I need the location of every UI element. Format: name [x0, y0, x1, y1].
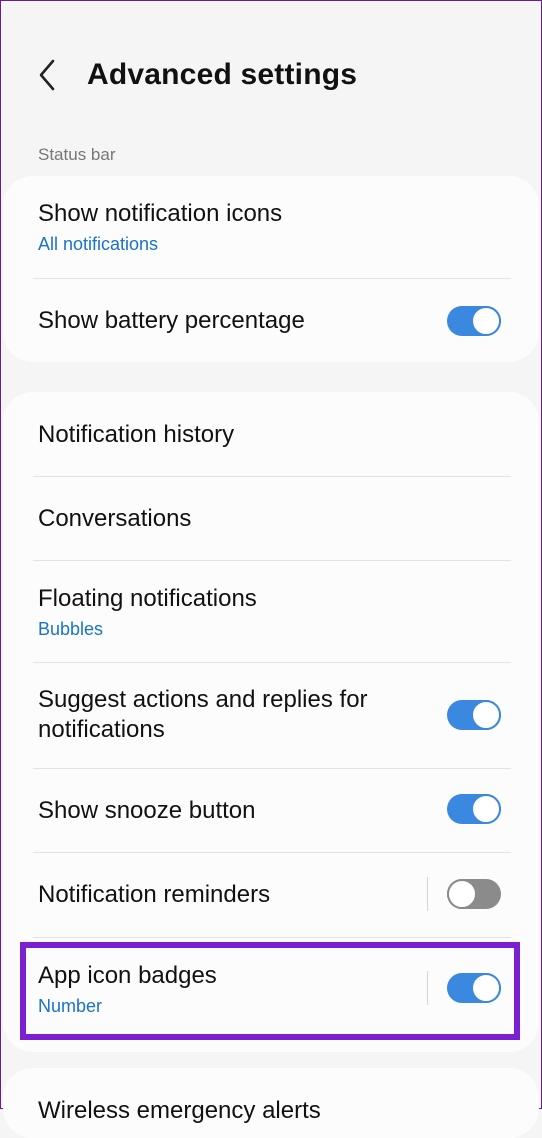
item-subtitle: Number: [38, 996, 103, 1016]
item-title: Notification history: [38, 421, 235, 448]
battery-percentage-toggle[interactable]: [447, 306, 501, 336]
show-snooze-button-item[interactable]: Show snooze button: [3, 769, 539, 852]
conversations-item[interactable]: Conversations: [3, 477, 539, 560]
item-title: Show battery percentage: [38, 307, 305, 334]
app-bar: Advanced settings: [1, 1, 541, 151]
status-bar-card: Show notification icons All notification…: [3, 176, 539, 362]
chevron-left-icon[interactable]: [33, 57, 63, 93]
notification-reminders-item[interactable]: Notification reminders: [3, 853, 539, 937]
alerts-card: Wireless emergency alerts: [3, 1068, 539, 1138]
item-title: Floating notifications: [38, 585, 257, 612]
suggest-actions-item[interactable]: Suggest actions and replies for notifica…: [3, 663, 539, 768]
notification-history-item[interactable]: Notification history: [3, 392, 539, 476]
vertical-separator: [427, 877, 428, 911]
toggle-knob: [471, 700, 501, 730]
item-subtitle: All notifications: [38, 234, 159, 254]
item-subtitle: Bubbles: [38, 619, 104, 639]
page-title: Advanced settings: [87, 58, 358, 91]
item-title-line-2: notifications: [38, 716, 165, 743]
app-icon-badges-item[interactable]: App icon badges Number: [3, 938, 539, 1038]
wireless-emergency-alerts-item[interactable]: Wireless emergency alerts: [3, 1068, 539, 1138]
item-title-line-1: Suggest actions and replies for: [38, 686, 368, 713]
show-battery-percentage-item[interactable]: Show battery percentage: [3, 279, 539, 362]
floating-notifications-item[interactable]: Floating notifications Bubbles: [3, 561, 539, 662]
app-icon-badges-toggle[interactable]: [447, 973, 501, 1003]
snooze-button-toggle[interactable]: [447, 794, 501, 824]
toggle-knob: [471, 306, 501, 336]
vertical-separator: [427, 971, 428, 1005]
notifications-card: Notification history Conversations Float…: [3, 392, 539, 1052]
toggle-knob: [471, 973, 501, 1003]
item-title: Conversations: [38, 505, 192, 532]
suggest-actions-toggle[interactable]: [447, 700, 501, 730]
item-title: Notification reminders: [38, 881, 271, 908]
item-title: App icon badges: [38, 962, 217, 989]
notification-reminders-toggle[interactable]: [447, 879, 501, 909]
toggle-knob: [471, 794, 501, 824]
show-notification-icons-item[interactable]: Show notification icons All notification…: [3, 176, 539, 278]
toggle-knob: [447, 879, 477, 909]
item-title: Show snooze button: [38, 797, 256, 824]
item-title: Wireless emergency alerts: [38, 1097, 321, 1124]
section-label-status-bar: Status bar: [38, 145, 116, 164]
item-title: Show notification icons: [38, 200, 283, 227]
